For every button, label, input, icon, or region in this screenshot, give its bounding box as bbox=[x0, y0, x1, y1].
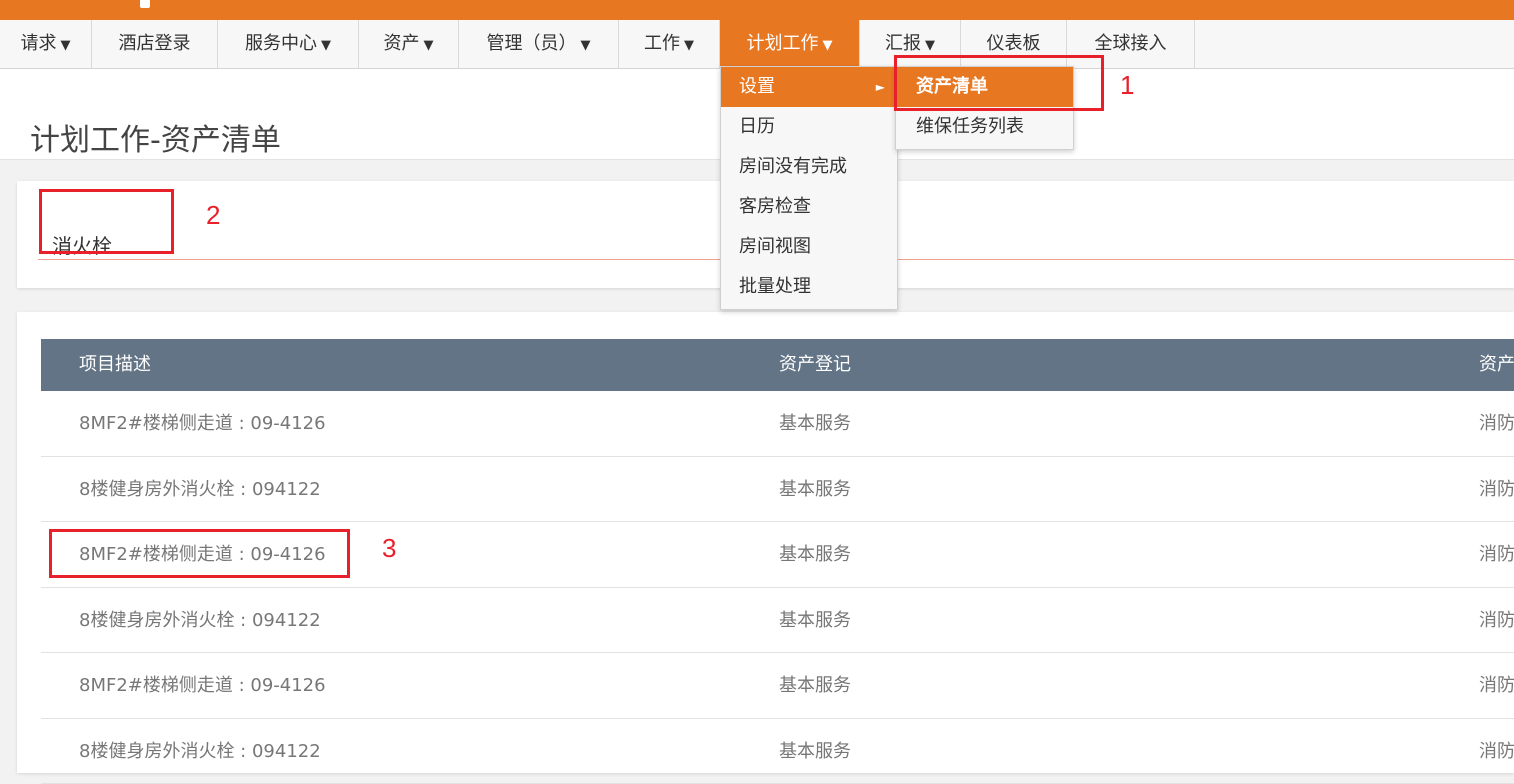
table-header: 项目描述 资产登记 资产 bbox=[41, 339, 1514, 391]
cell-asset-type: 消防 bbox=[1479, 522, 1514, 587]
menu-item-room-inspection[interactable]: 客房检查 bbox=[721, 187, 897, 227]
annotation-label-1: 1 bbox=[1120, 70, 1134, 101]
cell-description[interactable]: 8楼健身房外消火栓 : 094122 bbox=[79, 719, 321, 784]
cell-asset-type: 消防 bbox=[1479, 588, 1514, 653]
nav-item-management[interactable]: 管理（员）▼ bbox=[459, 20, 619, 68]
cell-register: 基本服务 bbox=[779, 457, 851, 522]
cell-register: 基本服务 bbox=[779, 719, 851, 784]
cell-register: 基本服务 bbox=[779, 522, 851, 587]
menu-item-calendar[interactable]: 日历 bbox=[721, 107, 897, 147]
cell-asset-type: 消防 bbox=[1479, 457, 1514, 522]
planned-work-dropdown: 设置► 日历 房间没有完成 客房检查 房间视图 批量处理 bbox=[720, 66, 898, 310]
table-row[interactable]: 8楼健身房外消火栓 : 094122 基本服务 消防 bbox=[41, 719, 1514, 784]
cell-asset-type: 消防 bbox=[1479, 719, 1514, 784]
annotation-box-3 bbox=[49, 529, 350, 578]
nav-item-service-center[interactable]: 服务中心▼ bbox=[218, 20, 359, 68]
menu-item-settings[interactable]: 设置► bbox=[721, 67, 897, 107]
chevron-down-icon: ▼ bbox=[925, 38, 935, 53]
menu-item-room-view[interactable]: 房间视图 bbox=[721, 227, 897, 267]
table-row[interactable]: 8楼健身房外消火栓 : 094122 基本服务 消防 bbox=[41, 457, 1514, 523]
table-row[interactable]: 8MF2#楼梯侧走道 : 09-4126 基本服务 消防 bbox=[41, 653, 1514, 719]
nav-item-requests[interactable]: 请求▼ bbox=[0, 20, 92, 68]
menu-item-batch-processing[interactable]: 批量处理 bbox=[721, 267, 897, 307]
top-brand-bar bbox=[0, 0, 1514, 20]
annotation-box-2 bbox=[39, 189, 174, 254]
column-header-asset-type[interactable]: 资产 bbox=[1479, 339, 1514, 391]
cell-register: 基本服务 bbox=[779, 653, 851, 718]
chevron-down-icon: ▼ bbox=[61, 38, 71, 53]
column-header-description[interactable]: 项目描述 bbox=[79, 339, 151, 391]
nav-item-planned-work[interactable]: 计划工作▼ bbox=[720, 20, 860, 68]
nav-item-work[interactable]: 工作▼ bbox=[619, 20, 720, 68]
main-nav: 请求▼ 酒店登录 服务中心▼ 资产▼ 管理（员）▼ 工作▼ 计划工作▼ 汇报▼ … bbox=[0, 20, 1514, 69]
chevron-down-icon: ▼ bbox=[581, 38, 591, 53]
table-row[interactable]: 8楼健身房外消火栓 : 094122 基本服务 消防 bbox=[41, 588, 1514, 654]
cell-register: 基本服务 bbox=[779, 391, 851, 456]
chevron-down-icon: ▼ bbox=[684, 38, 694, 53]
cell-description[interactable]: 8MF2#楼梯侧走道 : 09-4126 bbox=[79, 391, 326, 456]
column-header-register[interactable]: 资产登记 bbox=[779, 339, 851, 391]
annotation-box-1 bbox=[894, 55, 1104, 111]
chevron-right-icon: ► bbox=[876, 67, 885, 107]
nav-item-assets[interactable]: 资产▼ bbox=[359, 20, 459, 68]
logo-fragment bbox=[140, 0, 150, 8]
cell-description[interactable]: 8MF2#楼梯侧走道 : 09-4126 bbox=[79, 653, 326, 718]
menu-item-rooms-incomplete[interactable]: 房间没有完成 bbox=[721, 147, 897, 187]
chevron-down-icon: ▼ bbox=[424, 38, 434, 53]
table-row[interactable]: 8MF2#楼梯侧走道 : 09-4126 基本服务 消防 bbox=[41, 391, 1514, 457]
submenu-item-maintenance-tasks[interactable]: 维保任务列表 bbox=[896, 107, 1073, 147]
cell-register: 基本服务 bbox=[779, 588, 851, 653]
cell-asset-type: 消防 bbox=[1479, 391, 1514, 456]
annotation-label-3: 3 bbox=[382, 533, 396, 564]
annotation-label-2: 2 bbox=[206, 200, 220, 231]
page-title: 计划工作-资产清单 bbox=[30, 115, 281, 159]
chevron-down-icon: ▼ bbox=[823, 38, 833, 53]
cell-description[interactable]: 8楼健身房外消火栓 : 094122 bbox=[79, 457, 321, 522]
cell-description[interactable]: 8楼健身房外消火栓 : 094122 bbox=[79, 588, 321, 653]
table-body: 8MF2#楼梯侧走道 : 09-4126 基本服务 消防 8楼健身房外消火栓 :… bbox=[41, 391, 1514, 784]
chevron-down-icon: ▼ bbox=[321, 38, 331, 53]
cell-asset-type: 消防 bbox=[1479, 653, 1514, 718]
nav-item-hotel-login[interactable]: 酒店登录 bbox=[92, 20, 218, 68]
